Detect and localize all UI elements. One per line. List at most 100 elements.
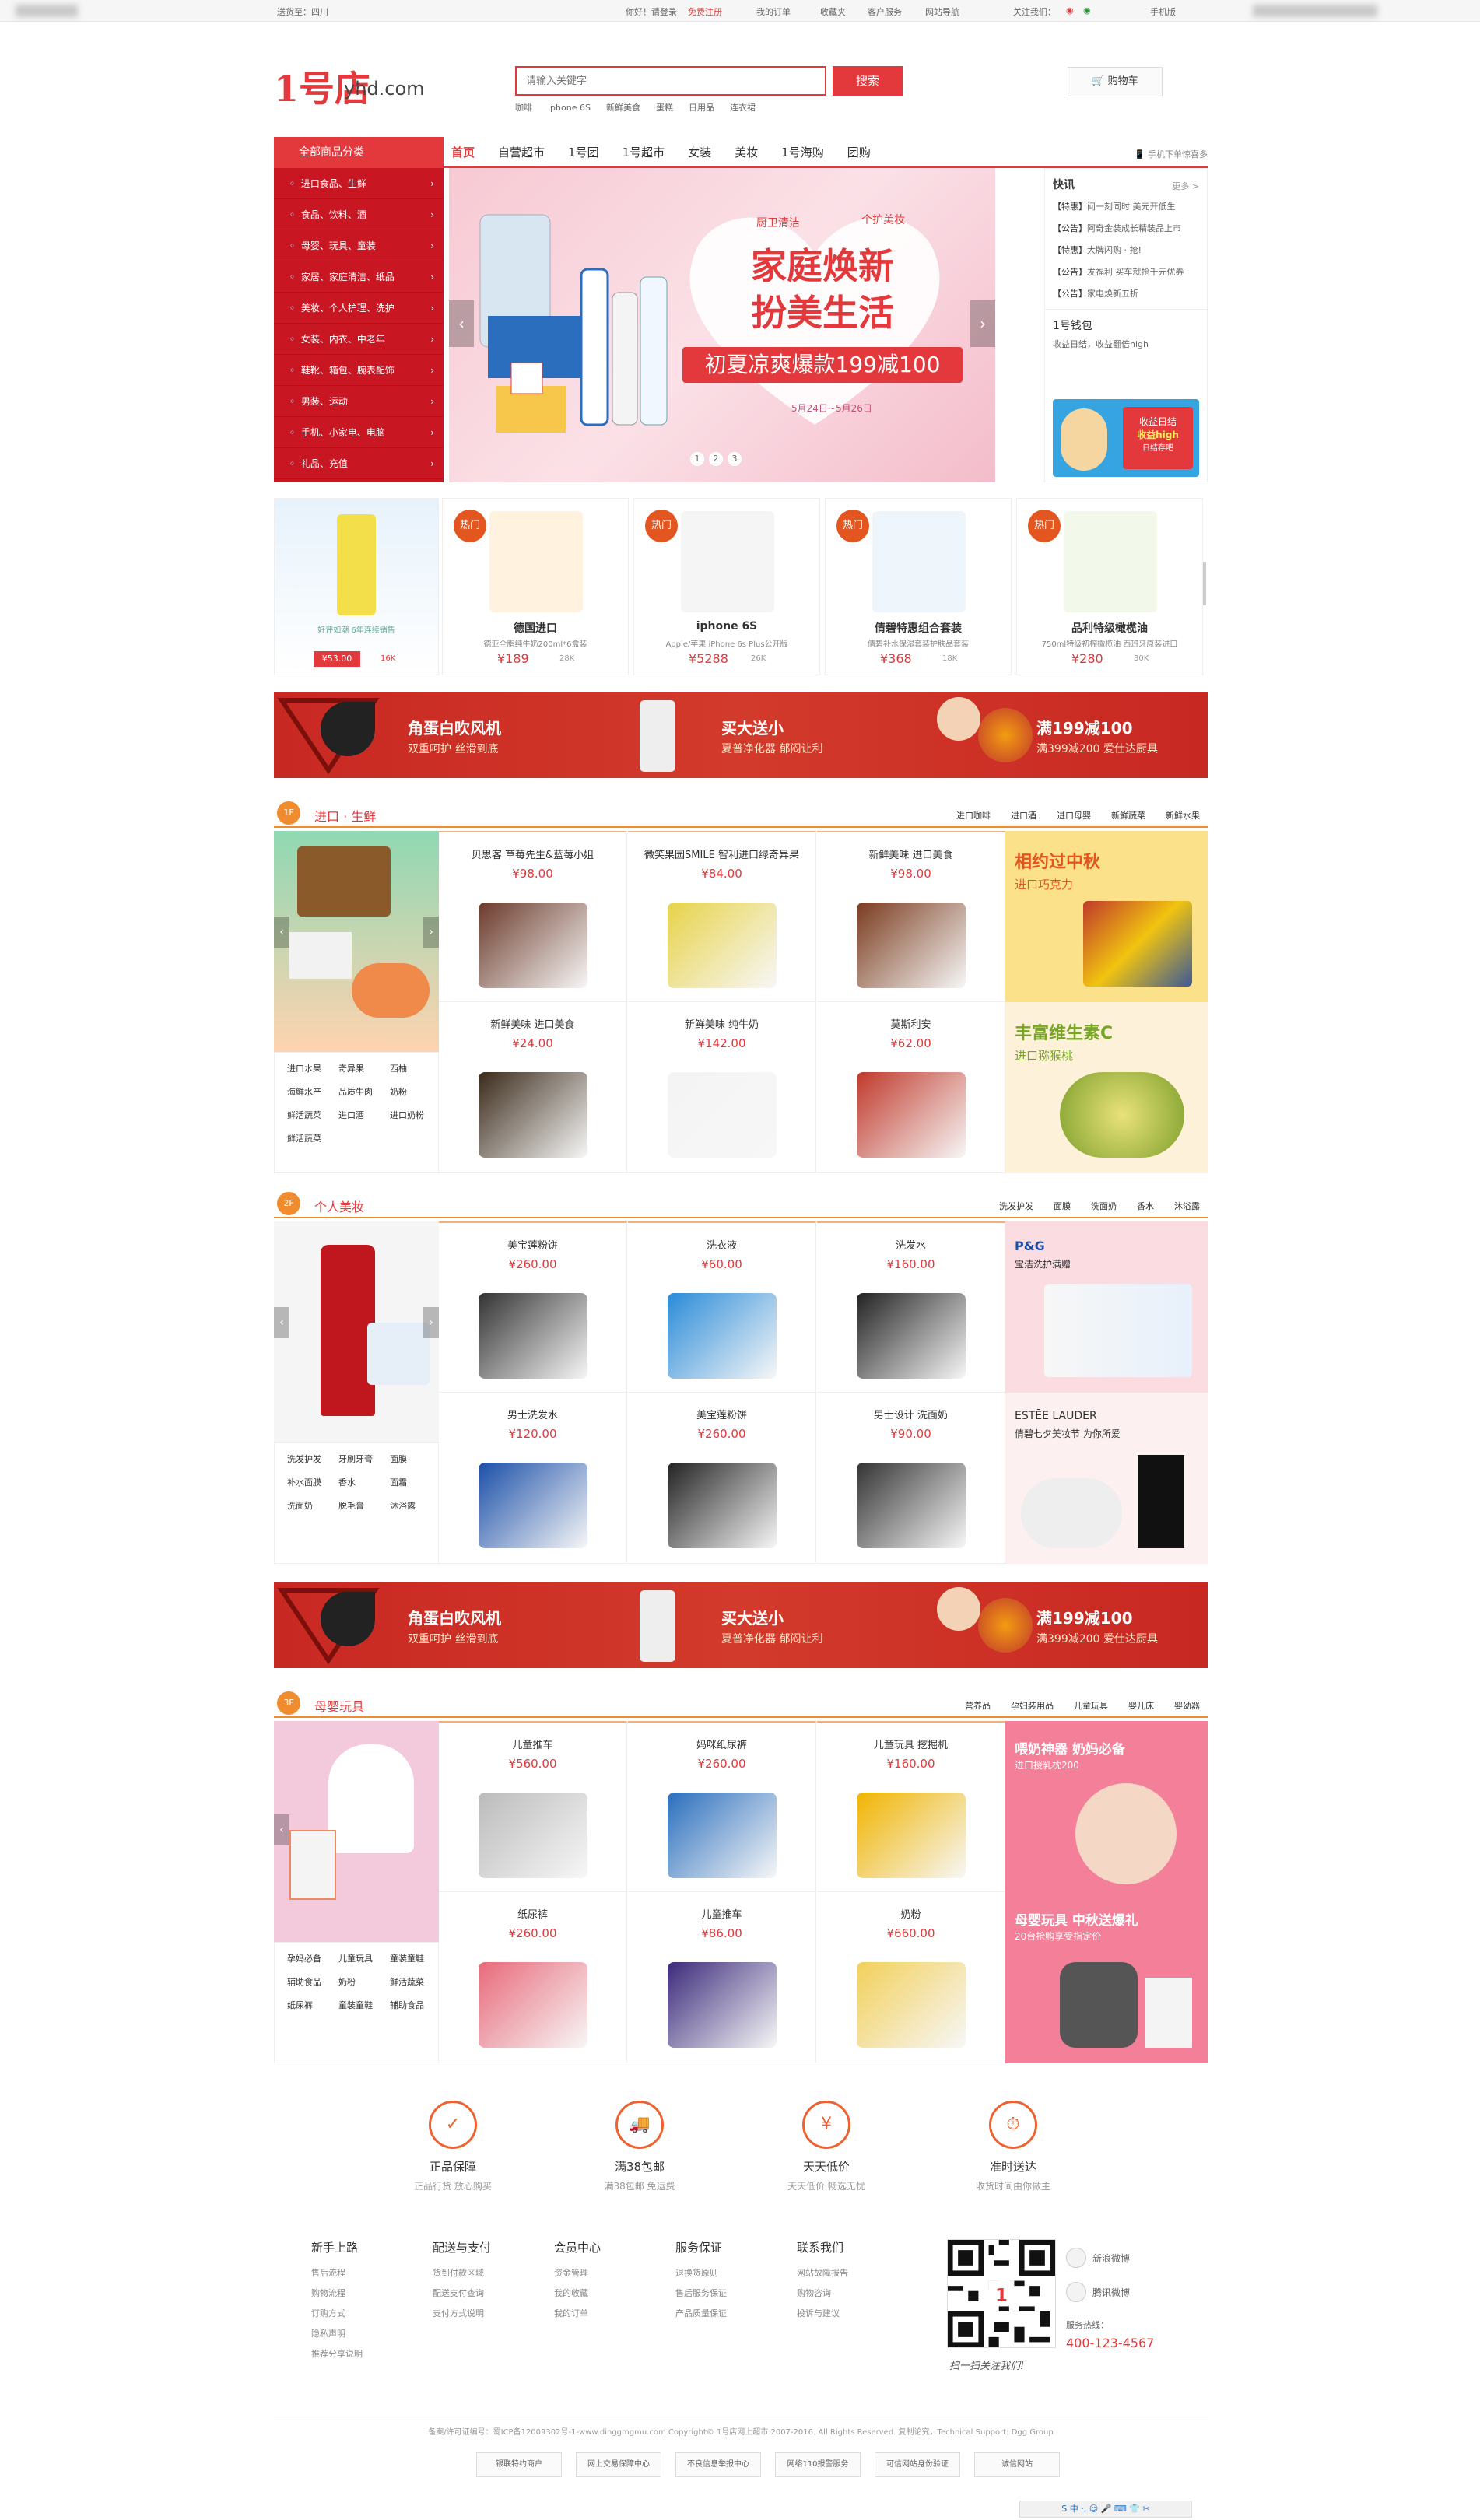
floor-link[interactable]: 海鲜水产 bbox=[287, 1085, 321, 1098]
nav-item[interactable]: 自营超市 bbox=[498, 137, 545, 168]
trust-badge[interactable]: 可信网站身份验证 bbox=[875, 2452, 960, 2477]
floor-link[interactable]: 辅助食品 bbox=[390, 1999, 424, 2011]
floor-link[interactable]: 品质牛肉 bbox=[338, 1085, 373, 1098]
product-cell[interactable]: 儿童推车 ¥560.00 bbox=[439, 1721, 627, 1892]
floor1-promo-2[interactable]: 丰富维生素C 进口猕猴桃 bbox=[1005, 1002, 1208, 1173]
weibo-icon[interactable]: ◉ bbox=[1066, 5, 1074, 16]
category-item[interactable]: ◦ 鞋靴、箱包、腕表配饰 › bbox=[274, 355, 444, 386]
news-more-link[interactable]: 更多 > bbox=[1172, 180, 1199, 192]
footer-link[interactable]: 我的收藏 bbox=[554, 2287, 671, 2299]
floor-link[interactable]: 鲜活蔬菜 bbox=[287, 1109, 321, 1121]
floor-link[interactable]: 面霜 bbox=[390, 1476, 407, 1488]
floor-link[interactable]: 儿童玩具 bbox=[338, 1952, 373, 1964]
hot-word[interactable]: 日用品 bbox=[689, 103, 714, 113]
floor-link[interactable]: 沐浴露 bbox=[390, 1499, 416, 1512]
site-nav-menu[interactable]: 网站导航 bbox=[925, 5, 959, 18]
product-cell[interactable]: 妈咪纸尿裤 ¥260.00 bbox=[628, 1721, 816, 1892]
product-cell[interactable]: 奶粉 ¥660.00 bbox=[817, 1892, 1005, 2063]
footer-link[interactable]: 隐私声明 bbox=[311, 2327, 428, 2339]
service-item[interactable]: ¥ 天天低价 天天低价 畅选无忧 bbox=[733, 2101, 920, 2192]
floor-link[interactable]: 童装童鞋 bbox=[390, 1952, 424, 1964]
floor-tab[interactable]: 新鲜蔬菜 bbox=[1111, 811, 1145, 821]
floor-link[interactable]: 孕妈必备 bbox=[287, 1952, 321, 1964]
floor-link[interactable]: 进口水果 bbox=[287, 1062, 321, 1074]
wechat-icon[interactable]: ◉ bbox=[1083, 5, 1091, 16]
floor-link[interactable]: 西柚 bbox=[390, 1062, 407, 1074]
floor1-promo-1[interactable]: 相约过中秋 进口巧克力 bbox=[1005, 831, 1208, 1002]
hero-banner[interactable]: 厨卫清洁 个护美妆 家庭焕新 扮美生活 初夏凉爽爆款199减100 5月24日~… bbox=[449, 168, 995, 482]
service-item[interactable]: ✓ 正品保障 正品行货 放心购买 bbox=[359, 2101, 546, 2192]
floor-link[interactable]: 洗面奶 bbox=[287, 1499, 313, 1512]
news-item[interactable]: 【特惠】大牌闪购 · 抢! bbox=[1045, 239, 1207, 261]
footer-link[interactable]: 投诉与建议 bbox=[797, 2307, 914, 2319]
nav-item[interactable]: 团购 bbox=[847, 137, 871, 168]
product-cell[interactable]: 美宝莲粉饼 ¥260.00 bbox=[628, 1393, 816, 1564]
footer-link[interactable]: 购物流程 bbox=[311, 2287, 428, 2299]
floor-tab[interactable]: 婴儿床 bbox=[1128, 1701, 1154, 1711]
floor-link[interactable]: 脱毛膏 bbox=[338, 1499, 364, 1512]
hot-word[interactable]: 新鲜美食 bbox=[606, 103, 640, 113]
nav-item[interactable]: 1号海购 bbox=[781, 137, 824, 168]
search-button[interactable]: 搜索 bbox=[833, 66, 903, 96]
product-card[interactable]: 热门 品利特级橄榄油 750ml特级初榨橄榄油 西班牙原装进口 ¥280 30K bbox=[1016, 498, 1203, 675]
floor-tab[interactable]: 进口酒 bbox=[1011, 811, 1036, 821]
login-link[interactable]: 你好！请登录 bbox=[626, 5, 677, 18]
banner-dot[interactable]: 1 bbox=[690, 452, 704, 466]
my-orders-link[interactable]: 我的订单 bbox=[756, 5, 791, 18]
cart-button[interactable]: 🛒 购物车 bbox=[1068, 67, 1163, 96]
footer-link[interactable]: 推荐分享说明 bbox=[311, 2347, 428, 2360]
floor-tab[interactable]: 沐浴露 bbox=[1174, 1201, 1200, 1211]
footer-link[interactable]: 货到付款区域 bbox=[433, 2266, 549, 2279]
floor1-feature-image[interactable]: ‹ › bbox=[274, 831, 439, 1052]
footer-link[interactable]: 产品质量保证 bbox=[675, 2307, 792, 2319]
floor2-promo-2[interactable]: ESTĒE LAUDER 倩碧七夕美妆节 为你所爱 bbox=[1005, 1393, 1208, 1564]
product-cell[interactable]: 男士设计 洗面奶 ¥90.00 bbox=[817, 1393, 1005, 1564]
banner-next-button[interactable]: › bbox=[970, 300, 995, 347]
floor-tab[interactable]: 进口母婴 bbox=[1057, 811, 1091, 821]
floor-link[interactable]: 奶粉 bbox=[390, 1085, 407, 1098]
product-cell[interactable]: 男士洗发水 ¥120.00 bbox=[439, 1393, 627, 1564]
product-cell[interactable]: 美宝莲粉饼 ¥260.00 bbox=[439, 1221, 627, 1393]
floor3-prev-button[interactable]: ‹ bbox=[274, 1814, 289, 1845]
nav-item[interactable]: 首页 bbox=[451, 137, 475, 168]
product-cell[interactable]: 新鲜美味 进口美食 ¥24.00 bbox=[439, 1002, 627, 1173]
news-item[interactable]: 【特惠】问一刻同时 美元开低生 bbox=[1045, 195, 1207, 217]
mobile-link[interactable]: 手机版 bbox=[1150, 5, 1176, 18]
floor-tab[interactable]: 营养品 bbox=[965, 1701, 991, 1711]
news-item[interactable]: 【公告】家电焕新五折 bbox=[1045, 282, 1207, 304]
register-link[interactable]: 免费注册 bbox=[688, 5, 722, 18]
product-cell[interactable]: 纸尿裤 ¥260.00 bbox=[439, 1892, 627, 2063]
service-item[interactable]: ⏱ 准时送达 收货时间由你做主 bbox=[920, 2101, 1106, 2192]
footer-link[interactable]: 售后流程 bbox=[311, 2266, 428, 2279]
floor-tab[interactable]: 香水 bbox=[1137, 1201, 1154, 1211]
nav-item[interactable]: 1号超市 bbox=[623, 137, 665, 168]
hot-word[interactable]: 连衣裙 bbox=[730, 103, 756, 113]
category-item[interactable]: ◦ 男装、运动 › bbox=[274, 386, 444, 417]
ad-bar-2[interactable]: 角蛋白吹风机 双重呵护 丝滑到底 买大送小 夏普净化器 郁闷让利 满199减10… bbox=[274, 1582, 1208, 1668]
footer-link[interactable]: 售后服务保证 bbox=[675, 2287, 792, 2299]
floor-tab[interactable]: 洗发护发 bbox=[999, 1201, 1033, 1211]
site-logo[interactable]: 1号店 yhd.com bbox=[274, 61, 430, 110]
search-input[interactable] bbox=[517, 68, 825, 94]
banner-dot[interactable]: 2 bbox=[709, 452, 723, 466]
mobile-order-text[interactable]: 📱 手机下单惊喜多 bbox=[1135, 148, 1208, 160]
floor3-promo-2[interactable]: 母婴玩具 中秋送爆礼 20台抢购享受指定价 bbox=[1005, 1892, 1208, 2063]
floor-link[interactable]: 香水 bbox=[338, 1476, 356, 1488]
banner-prev-button[interactable]: ‹ bbox=[449, 300, 474, 347]
product-cell[interactable]: 洗衣液 ¥60.00 bbox=[628, 1221, 816, 1393]
trust-badge[interactable]: 诚信网站 bbox=[974, 2452, 1060, 2477]
floor2-feature-image[interactable]: ‹ › bbox=[274, 1221, 439, 1442]
floor-tab[interactable]: 婴幼器 bbox=[1174, 1701, 1200, 1711]
floor2-promo-1[interactable]: P&G 宝洁洗护满赠 bbox=[1005, 1221, 1208, 1393]
hot-word[interactable]: iphone 6S bbox=[548, 103, 591, 113]
news-item[interactable]: 【公告】发福利 买车就抢千元优券 bbox=[1045, 261, 1207, 282]
footer-link[interactable]: 网站故障报告 bbox=[797, 2266, 914, 2279]
product-cell[interactable]: 新鲜美味 进口美食 ¥98.00 bbox=[817, 831, 1005, 1002]
floor1-next-button[interactable]: › bbox=[423, 917, 439, 948]
product-cell[interactable]: 微笑果园SMILE 智利进口绿奇异果 ¥84.00 bbox=[628, 831, 816, 1002]
floor-link[interactable]: 童装童鞋 bbox=[338, 1999, 373, 2011]
floor-link[interactable]: 纸尿裤 bbox=[287, 1999, 313, 2011]
ime-toolbar[interactable]: S 中 ·, ☺ 🎤 ⌨ 👕 ✂ bbox=[1019, 2501, 1192, 2518]
category-item[interactable]: ◦ 食品、饮料、酒 › bbox=[274, 199, 444, 230]
floor-link[interactable]: 进口酒 bbox=[338, 1109, 364, 1121]
